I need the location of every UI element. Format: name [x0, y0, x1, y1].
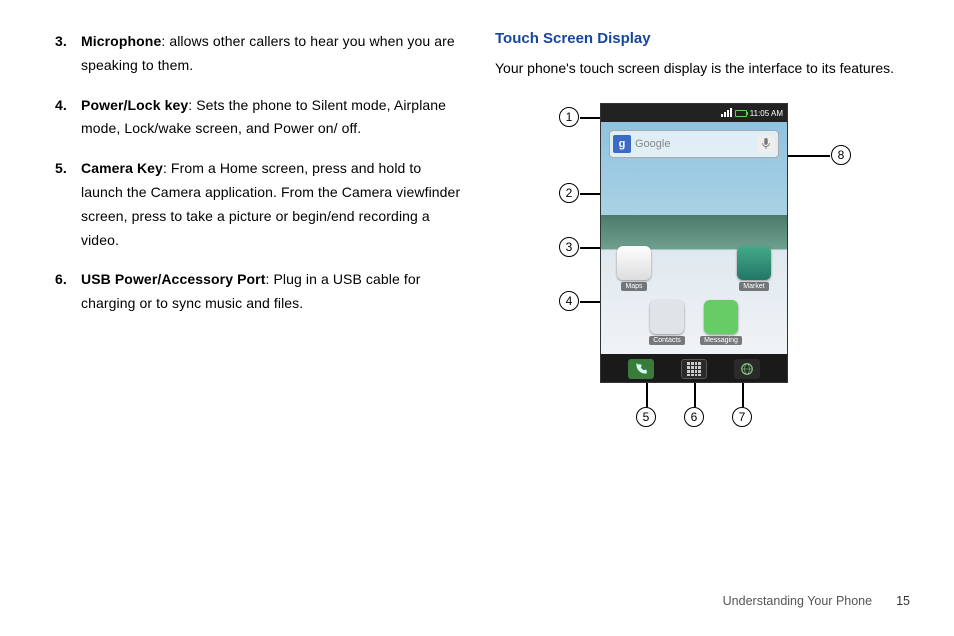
callout-line	[580, 193, 600, 195]
list-item-5: 5. Camera Key: From a Home screen, press…	[55, 157, 465, 252]
app-maps[interactable]: Maps	[611, 246, 657, 296]
callout-8: 8	[831, 145, 851, 165]
app-market[interactable]: Market	[731, 246, 777, 296]
section-intro: Your phone's touch screen display is the…	[495, 57, 915, 79]
callout-7: 7	[732, 407, 752, 427]
callout-5: 5	[636, 407, 656, 427]
app-contacts[interactable]: Contacts	[644, 300, 690, 350]
callout-line	[742, 383, 744, 407]
right-column: Touch Screen Display Your phone's touch …	[495, 30, 915, 433]
callout-6: 6	[684, 407, 704, 427]
dock-phone-button[interactable]	[628, 359, 654, 379]
status-bar: 11:05 AM	[601, 104, 787, 122]
list-number: 5.	[55, 157, 81, 252]
app-label: Maps	[621, 282, 646, 291]
signal-icon	[721, 109, 732, 117]
list-item-4: 4. Power/Lock key: Sets the phone to Sil…	[55, 94, 465, 142]
list-number: 4.	[55, 94, 81, 142]
callout-line	[694, 383, 696, 407]
maps-icon	[617, 246, 651, 280]
footer-section: Understanding Your Phone	[723, 594, 872, 608]
callout-1: 1	[559, 107, 579, 127]
app-row: Contacts Messaging	[601, 300, 787, 350]
status-time: 11:05 AM	[750, 109, 783, 118]
callout-3: 3	[559, 237, 579, 257]
app-label: Messaging	[700, 336, 742, 345]
list-body: Camera Key: From a Home screen, press an…	[81, 157, 465, 252]
battery-icon	[735, 110, 747, 117]
list-term: Power/Lock key	[81, 97, 188, 113]
section-heading: Touch Screen Display	[495, 30, 915, 47]
phone-icon	[634, 362, 648, 376]
list-item-6: 6. USB Power/Accessory Port: Plug in a U…	[55, 268, 465, 316]
market-icon	[737, 246, 771, 280]
dock-apps-button[interactable]	[681, 359, 707, 379]
list-term: Microphone	[81, 33, 161, 49]
page-footer: Understanding Your Phone 15	[723, 594, 910, 608]
microphone-icon[interactable]	[757, 135, 775, 153]
contacts-icon	[650, 300, 684, 334]
phone-screenshot: 11:05 AM g Google Maps	[600, 103, 788, 383]
list-term: USB Power/Accessory Port	[81, 271, 265, 287]
list-body: Power/Lock key: Sets the phone to Silent…	[81, 94, 465, 142]
globe-icon	[740, 362, 754, 376]
list-body: USB Power/Accessory Port: Plug in a USB …	[81, 268, 465, 316]
list-body: Microphone: allows other callers to hear…	[81, 30, 465, 78]
search-widget[interactable]: g Google	[609, 130, 779, 158]
app-messaging[interactable]: Messaging	[698, 300, 744, 350]
dock-bar	[601, 354, 787, 383]
list-term: Camera Key	[81, 160, 163, 176]
callout-line	[646, 383, 648, 407]
list-number: 3.	[55, 30, 81, 78]
callout-2: 2	[559, 183, 579, 203]
page-number: 15	[896, 594, 910, 608]
callout-4: 4	[559, 291, 579, 311]
messaging-icon	[704, 300, 738, 334]
app-label: Market	[739, 282, 768, 291]
phone-figure: 1 2 3 4 8 5 6 7 11:05 AM	[495, 93, 895, 433]
app-label: Contacts	[649, 336, 685, 345]
search-placeholder: Google	[635, 138, 753, 150]
dock-browser-button[interactable]	[734, 359, 760, 379]
list-number: 6.	[55, 268, 81, 316]
google-badge-icon: g	[613, 135, 631, 153]
apps-grid-icon	[687, 362, 701, 376]
left-column: 3. Microphone: allows other callers to h…	[55, 30, 465, 433]
list-item-3: 3. Microphone: allows other callers to h…	[55, 30, 465, 78]
home-screen: g Google Maps Market	[601, 122, 787, 354]
app-row: Maps Market	[611, 246, 777, 296]
